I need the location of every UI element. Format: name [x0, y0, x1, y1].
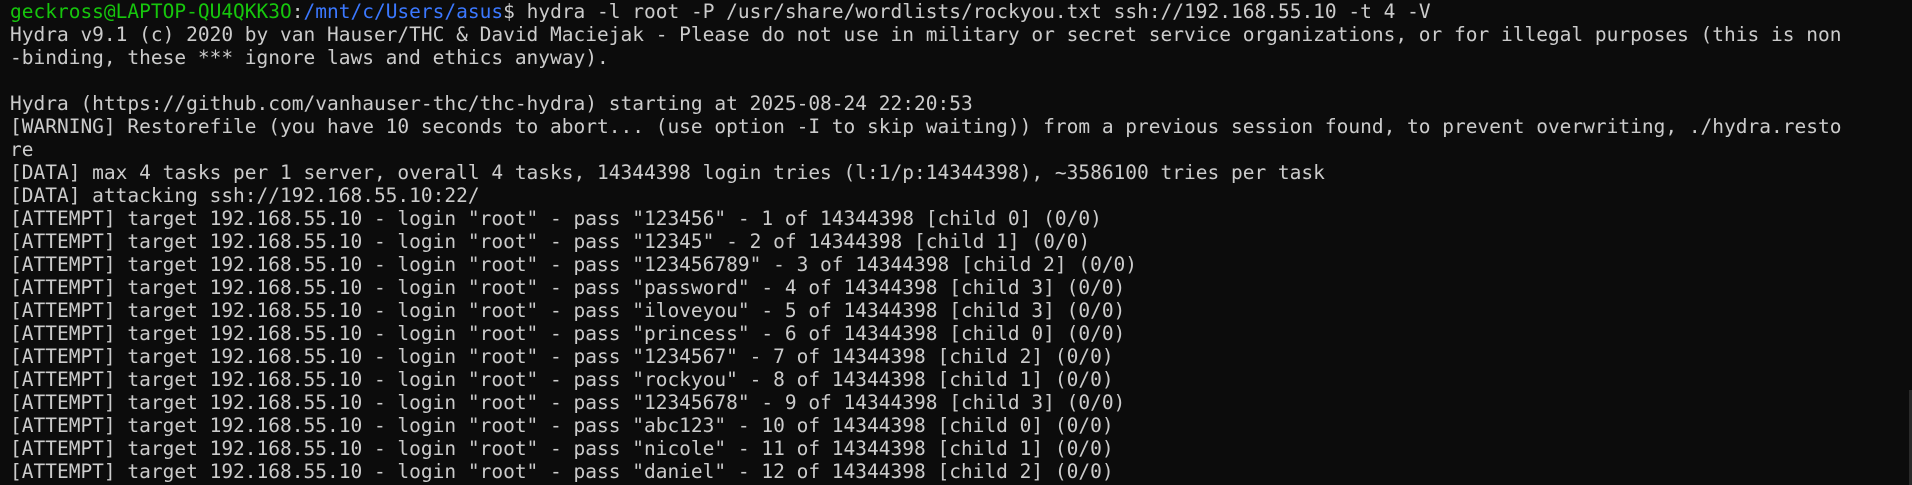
output-line: Hydra (https://github.com/vanhauser-thc/…: [10, 92, 973, 115]
output-line: [ATTEMPT] target 192.168.55.10 - login "…: [10, 276, 1126, 299]
prompt-separator: :: [291, 0, 304, 23]
output-line: [WARNING] Restorefile (you have 10 secon…: [10, 115, 1842, 138]
output-line: [ATTEMPT] target 192.168.55.10 - login "…: [10, 253, 1138, 276]
prompt-user-host: geckross@LAPTOP-QU4QKK3O: [10, 0, 292, 23]
output-line: [ATTEMPT] target 192.168.55.10 - login "…: [10, 414, 1114, 437]
output-line: [ATTEMPT] target 192.168.55.10 - login "…: [10, 437, 1114, 460]
output-line: [ATTEMPT] target 192.168.55.10 - login "…: [10, 299, 1126, 322]
terminal-window[interactable]: geckross@LAPTOP-QU4QKK3O:/mnt/c/Users/as…: [0, 0, 1912, 485]
output-line: [ATTEMPT] target 192.168.55.10 - login "…: [10, 391, 1126, 414]
output-line: [ATTEMPT] target 192.168.55.10 - login "…: [10, 207, 1102, 230]
prompt-line: geckross@LAPTOP-QU4QKK3O:/mnt/c/Users/as…: [10, 0, 1912, 23]
output-line: re: [10, 138, 34, 161]
prompt-command: hydra -l root -P /usr/share/wordlists/ro…: [514, 0, 1431, 23]
output-line: [DATA] attacking ssh://192.168.55.10:22/: [10, 184, 480, 207]
output-line: [DATA] max 4 tasks per 1 server, overall…: [10, 161, 1325, 184]
output-line: [ATTEMPT] target 192.168.55.10 - login "…: [10, 230, 1091, 253]
prompt-path: /mnt/c/Users/asus: [303, 0, 504, 23]
prompt-symbol: $: [503, 0, 515, 23]
output-line: [ATTEMPT] target 192.168.55.10 - login "…: [10, 368, 1114, 391]
output-line: Hydra v9.1 (c) 2020 by van Hauser/THC & …: [10, 23, 1842, 46]
output-line: [ATTEMPT] target 192.168.55.10 - login "…: [10, 460, 1114, 483]
output-line: -binding, these *** ignore laws and ethi…: [10, 46, 609, 69]
output-line: [ATTEMPT] target 192.168.55.10 - login "…: [10, 322, 1126, 345]
output-line: [ATTEMPT] target 192.168.55.10 - login "…: [10, 345, 1114, 368]
